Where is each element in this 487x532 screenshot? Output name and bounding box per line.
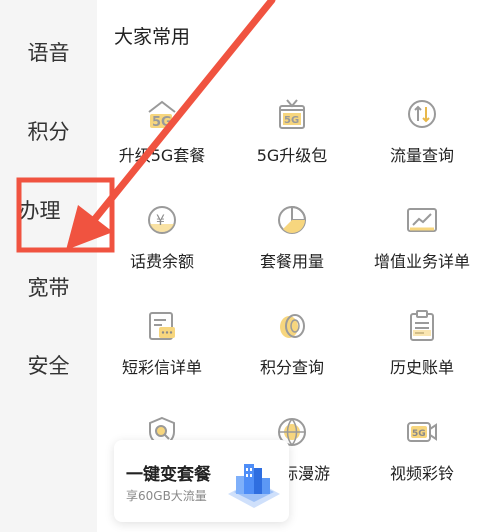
tile-5g-package[interactable]: 5G 5G升级包 xyxy=(227,82,357,182)
tile-label: 积分查询 xyxy=(259,358,324,377)
tile-label: 历史账单 xyxy=(389,358,454,377)
yuan-balance-icon: ¥ xyxy=(148,206,176,234)
tile-data-query[interactable]: 流量查询 xyxy=(357,82,487,182)
sidebar-item-security[interactable]: 安全 xyxy=(0,346,97,386)
sidebar-item-handle[interactable]: 办理 xyxy=(0,191,88,231)
main-panel: 大家常用 5G 升级5G套餐 5G 5G升级包 流量查询 ¥ 话费余额 套餐用量… xyxy=(97,0,487,532)
points-coin-icon xyxy=(280,314,305,338)
tile-video-ringtone[interactable]: 5G 视频彩铃 xyxy=(357,400,487,500)
tile-upgrade-5g[interactable]: 5G 升级5G套餐 xyxy=(97,82,227,182)
tile-label: 升级5G套餐 xyxy=(118,146,206,165)
message-icon xyxy=(149,312,175,340)
section-title: 大家常用 xyxy=(114,26,191,48)
tile-label: 5G升级包 xyxy=(256,146,328,165)
tile-label: 套餐用量 xyxy=(259,252,324,271)
sidebar-item-points[interactable]: 积分 xyxy=(0,112,97,152)
tile-plan-usage[interactable]: 套餐用量 xyxy=(227,188,357,288)
tile-label: 短彩信详单 xyxy=(121,358,202,377)
clipboard-bill-icon xyxy=(410,310,434,341)
promo-card[interactable]: 一键变套餐 享60GB大流量 xyxy=(114,440,289,522)
tile-sms-detail[interactable]: 短彩信详单 xyxy=(97,294,227,394)
data-usage-icon xyxy=(408,100,436,128)
tile-history-bill[interactable]: 历史账单 xyxy=(357,294,487,394)
trend-chart-icon xyxy=(407,208,437,232)
gift-5g-icon: 5G xyxy=(279,99,305,129)
tile-label: 话费余额 xyxy=(129,252,194,271)
isometric-building-icon xyxy=(228,464,280,508)
svg-text:5G: 5G xyxy=(412,429,426,439)
sidebar-item-broadband[interactable]: 宽带 xyxy=(0,268,97,308)
tile-balance[interactable]: ¥ 话费余额 xyxy=(97,188,227,288)
svg-text:¥: ¥ xyxy=(156,213,165,229)
sidebar: 语音 积分 办理 宽带 安全 xyxy=(0,0,97,532)
sidebar-item-voice[interactable]: 语音 xyxy=(0,33,97,73)
promo-title: 一键变套餐 xyxy=(126,465,211,485)
svg-text:5G: 5G xyxy=(152,115,172,130)
video-ringtone-icon: 5G xyxy=(407,422,437,442)
promo-subtitle: 享60GB大流量 xyxy=(126,489,207,503)
tile-value-added-detail[interactable]: 增值业务详单 xyxy=(357,188,487,288)
tile-points-query[interactable]: 积分查询 xyxy=(227,294,357,394)
5g-upgrade-icon: 5G xyxy=(148,100,176,130)
tile-label: 增值业务详单 xyxy=(373,252,470,271)
tile-label: 视频彩铃 xyxy=(389,464,454,483)
tile-label: 流量查询 xyxy=(389,146,454,165)
pie-chart-icon xyxy=(278,205,307,234)
svg-text:5G: 5G xyxy=(284,115,299,126)
